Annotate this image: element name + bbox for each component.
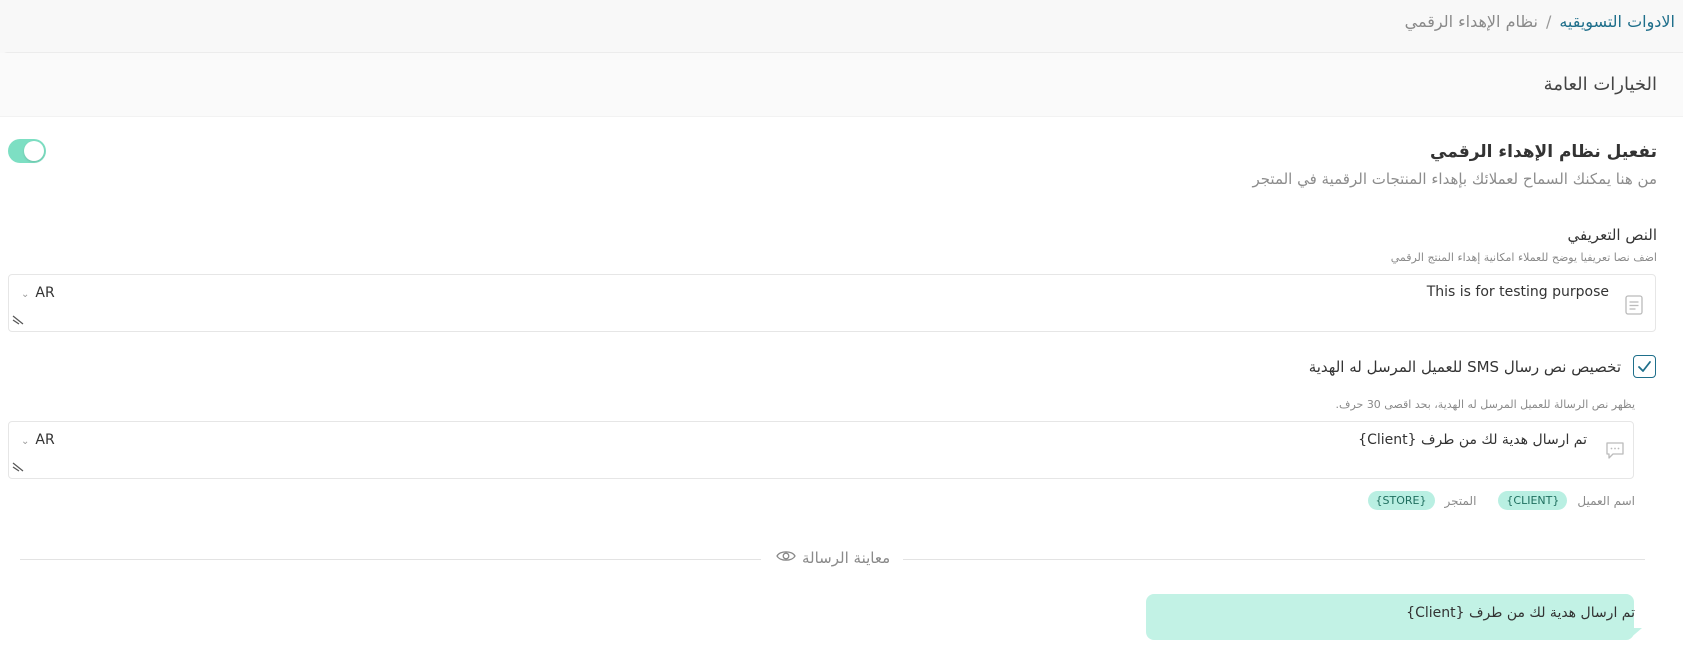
chevron-down-icon: ⌄ xyxy=(21,289,30,300)
chat-bubble-icon xyxy=(1605,441,1625,464)
chevron-down-icon: ⌄ xyxy=(21,436,30,447)
breadcrumb-separator: / xyxy=(1545,12,1552,31)
intro-text-value: This is for testing purpose xyxy=(1426,284,1609,300)
eye-icon xyxy=(776,549,796,567)
sms-message-field[interactable]: تم ارسال هدية لك من طرف {Client} ⌄ AR xyxy=(8,421,1634,479)
variable-chip-client[interactable]: {CLIENT} xyxy=(1498,491,1568,510)
intro-language-select[interactable]: ⌄ AR xyxy=(21,285,55,301)
intro-text-label: النص التعريفي xyxy=(1567,226,1657,244)
message-preview-text: تم ارسال هدية لك من طرف {Client} xyxy=(1406,605,1635,621)
sms-language-select[interactable]: ⌄ AR xyxy=(21,432,55,448)
divider-line xyxy=(20,559,761,560)
sms-hint: يظهر نص الرسالة للعميل المرسل له الهدية،… xyxy=(1335,398,1635,411)
resize-handle-icon[interactable] xyxy=(12,310,24,329)
variable-chip-store[interactable]: {STORE} xyxy=(1367,491,1435,510)
sms-message-value: تم ارسال هدية لك من طرف {Client} xyxy=(1358,432,1587,448)
resize-handle-icon[interactable] xyxy=(12,457,24,476)
sms-customize-checkbox[interactable] xyxy=(1633,355,1656,378)
preview-label-text: معاينة الرسالة xyxy=(802,549,891,567)
variable-label-store: المتجر xyxy=(1444,493,1477,508)
enable-gifting-toggle[interactable] xyxy=(8,139,46,163)
sms-language-value: AR xyxy=(35,432,55,448)
card-title: الخيارات العامة xyxy=(1543,74,1657,95)
breadcrumb-current: نظام الإهداء الرقمي xyxy=(1404,12,1538,31)
breadcrumb-parent-link[interactable]: الادوات التسويقيه xyxy=(1559,12,1675,31)
intro-language-value: AR xyxy=(35,285,55,301)
message-preview-label: معاينة الرسالة xyxy=(776,549,890,567)
text-document-icon xyxy=(1625,295,1643,319)
sms-customize-label: تخصيص نص رسال SMS للعميل المرسل له الهدي… xyxy=(1308,358,1621,376)
bubble-tail xyxy=(1628,628,1642,640)
divider-line xyxy=(903,559,1645,560)
card-header xyxy=(0,53,1683,117)
variable-label-client: اسم العميل xyxy=(1577,493,1635,508)
toggle-knob xyxy=(24,141,44,161)
feature-title: تفعيل نظام الإهداء الرقمي xyxy=(1430,142,1657,162)
checkmark-icon xyxy=(1638,361,1651,372)
intro-text-hint: اضف نصا تعريفيا يوضح للعملاء امكانية إهد… xyxy=(1390,251,1657,264)
intro-text-field[interactable]: This is for testing purpose ⌄ AR xyxy=(8,274,1656,332)
message-variables: اسم العميل {CLIENT} المتجر {STORE} xyxy=(1367,491,1635,510)
feature-description: من هنا يمكنك السماح لعملائك بإهداء المنت… xyxy=(1252,170,1657,188)
breadcrumb: الادوات التسويقيه / نظام الإهداء الرقمي xyxy=(1405,12,1675,31)
